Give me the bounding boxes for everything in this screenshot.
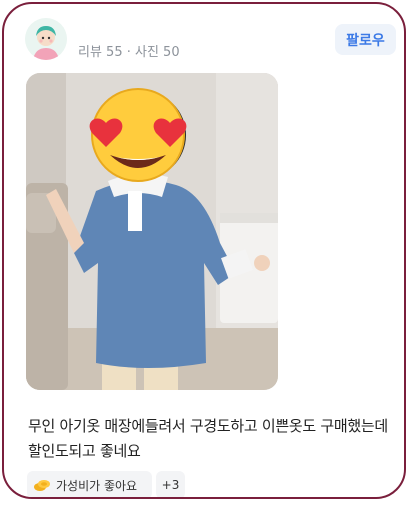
emoji-heart-eyes-icon: [89, 88, 187, 182]
profile-avatar-icon[interactable]: [25, 18, 67, 60]
review-text: 무인 아기옷 매장에들려서 구경도하고 이쁜옷도 구매했는데 할인도되고 좋네요: [28, 417, 388, 460]
follow-button[interactable]: 팔로우: [335, 24, 396, 55]
tag-label: 가성비가 좋아요: [56, 478, 138, 493]
coin-icon: [33, 478, 51, 492]
reviewer-stats: 리뷰 55 · 사진 50: [78, 45, 180, 60]
tag-value-for-money[interactable]: 가성비가 좋아요: [27, 471, 152, 497]
more-tags-button[interactable]: +3: [156, 471, 185, 497]
review-photo[interactable]: [26, 73, 278, 390]
review-card: 리뷰 55 · 사진 50 팔로우 무인 아기옷 매장에들려서 구경도하고 이쁜…: [2, 2, 406, 499]
